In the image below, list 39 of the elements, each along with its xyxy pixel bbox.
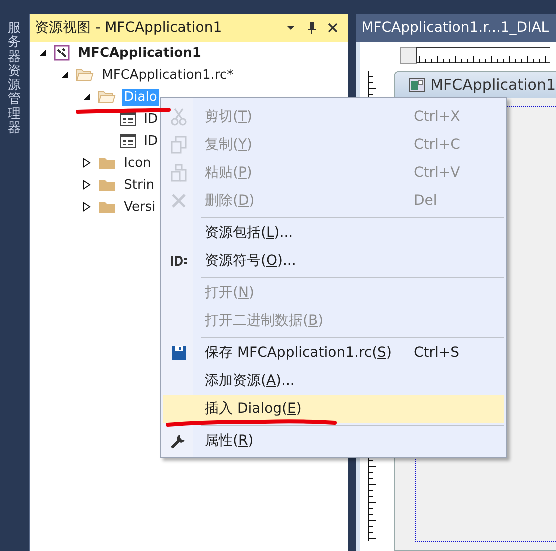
copy-icon	[171, 136, 187, 154]
folder-icon	[98, 178, 116, 192]
dialog-icon	[120, 112, 136, 126]
folder-icon	[98, 156, 116, 170]
scissors-icon	[171, 108, 187, 126]
dialog-icon	[120, 134, 136, 148]
tree-item[interactable]: ID	[142, 132, 160, 150]
collapsed-arrow-icon[interactable]	[83, 158, 92, 168]
expanded-arrow-icon[interactable]	[61, 71, 70, 79]
wrench-icon	[171, 433, 187, 449]
tree-item[interactable]: Icon	[122, 154, 154, 172]
menu-item[interactable]: 保存 MFCApplication1.rc(S) Ctrl+S	[163, 339, 504, 367]
tree-item[interactable]: MFCApplication1.rc*	[100, 66, 236, 84]
delete-icon	[171, 193, 187, 209]
menu-item[interactable]: 资源符号(O)...	[163, 247, 504, 275]
menu-item[interactable]: 属性(R)	[163, 427, 504, 455]
expanded-arrow-icon[interactable]	[39, 49, 48, 57]
tree-item[interactable]: MFCApplication1	[76, 44, 204, 62]
expanded-arrow-icon[interactable]	[83, 93, 92, 101]
folder-icon	[98, 200, 116, 214]
tree-item[interactable]: Strin	[122, 176, 157, 194]
project-icon	[54, 45, 70, 61]
open-folder-icon	[76, 68, 94, 82]
tree-item[interactable]: ID	[142, 110, 160, 128]
save-icon	[171, 345, 187, 361]
close-icon[interactable]	[326, 21, 340, 35]
tree-item[interactable]: Versi	[122, 198, 158, 216]
document-tab[interactable]: MFCApplication1.r...1_DIAL	[356, 14, 556, 42]
id-symbol-icon	[170, 255, 188, 267]
panel-title: 资源视图 - MFCApplication1	[35, 19, 224, 37]
app-window-icon	[408, 78, 425, 92]
open-folder-icon	[98, 90, 116, 104]
paste-icon	[171, 164, 187, 182]
menu-item[interactable]: 添加资源(A)...	[163, 367, 504, 395]
collapsed-arrow-icon[interactable]	[83, 202, 92, 212]
menu-item[interactable]: 资源包括(L)...	[163, 219, 504, 247]
side-tab[interactable]: 服务器资源管理器	[0, 14, 30, 136]
collapsed-arrow-icon[interactable]	[83, 180, 92, 190]
dialog-title: MFCApplication1	[430, 76, 556, 94]
